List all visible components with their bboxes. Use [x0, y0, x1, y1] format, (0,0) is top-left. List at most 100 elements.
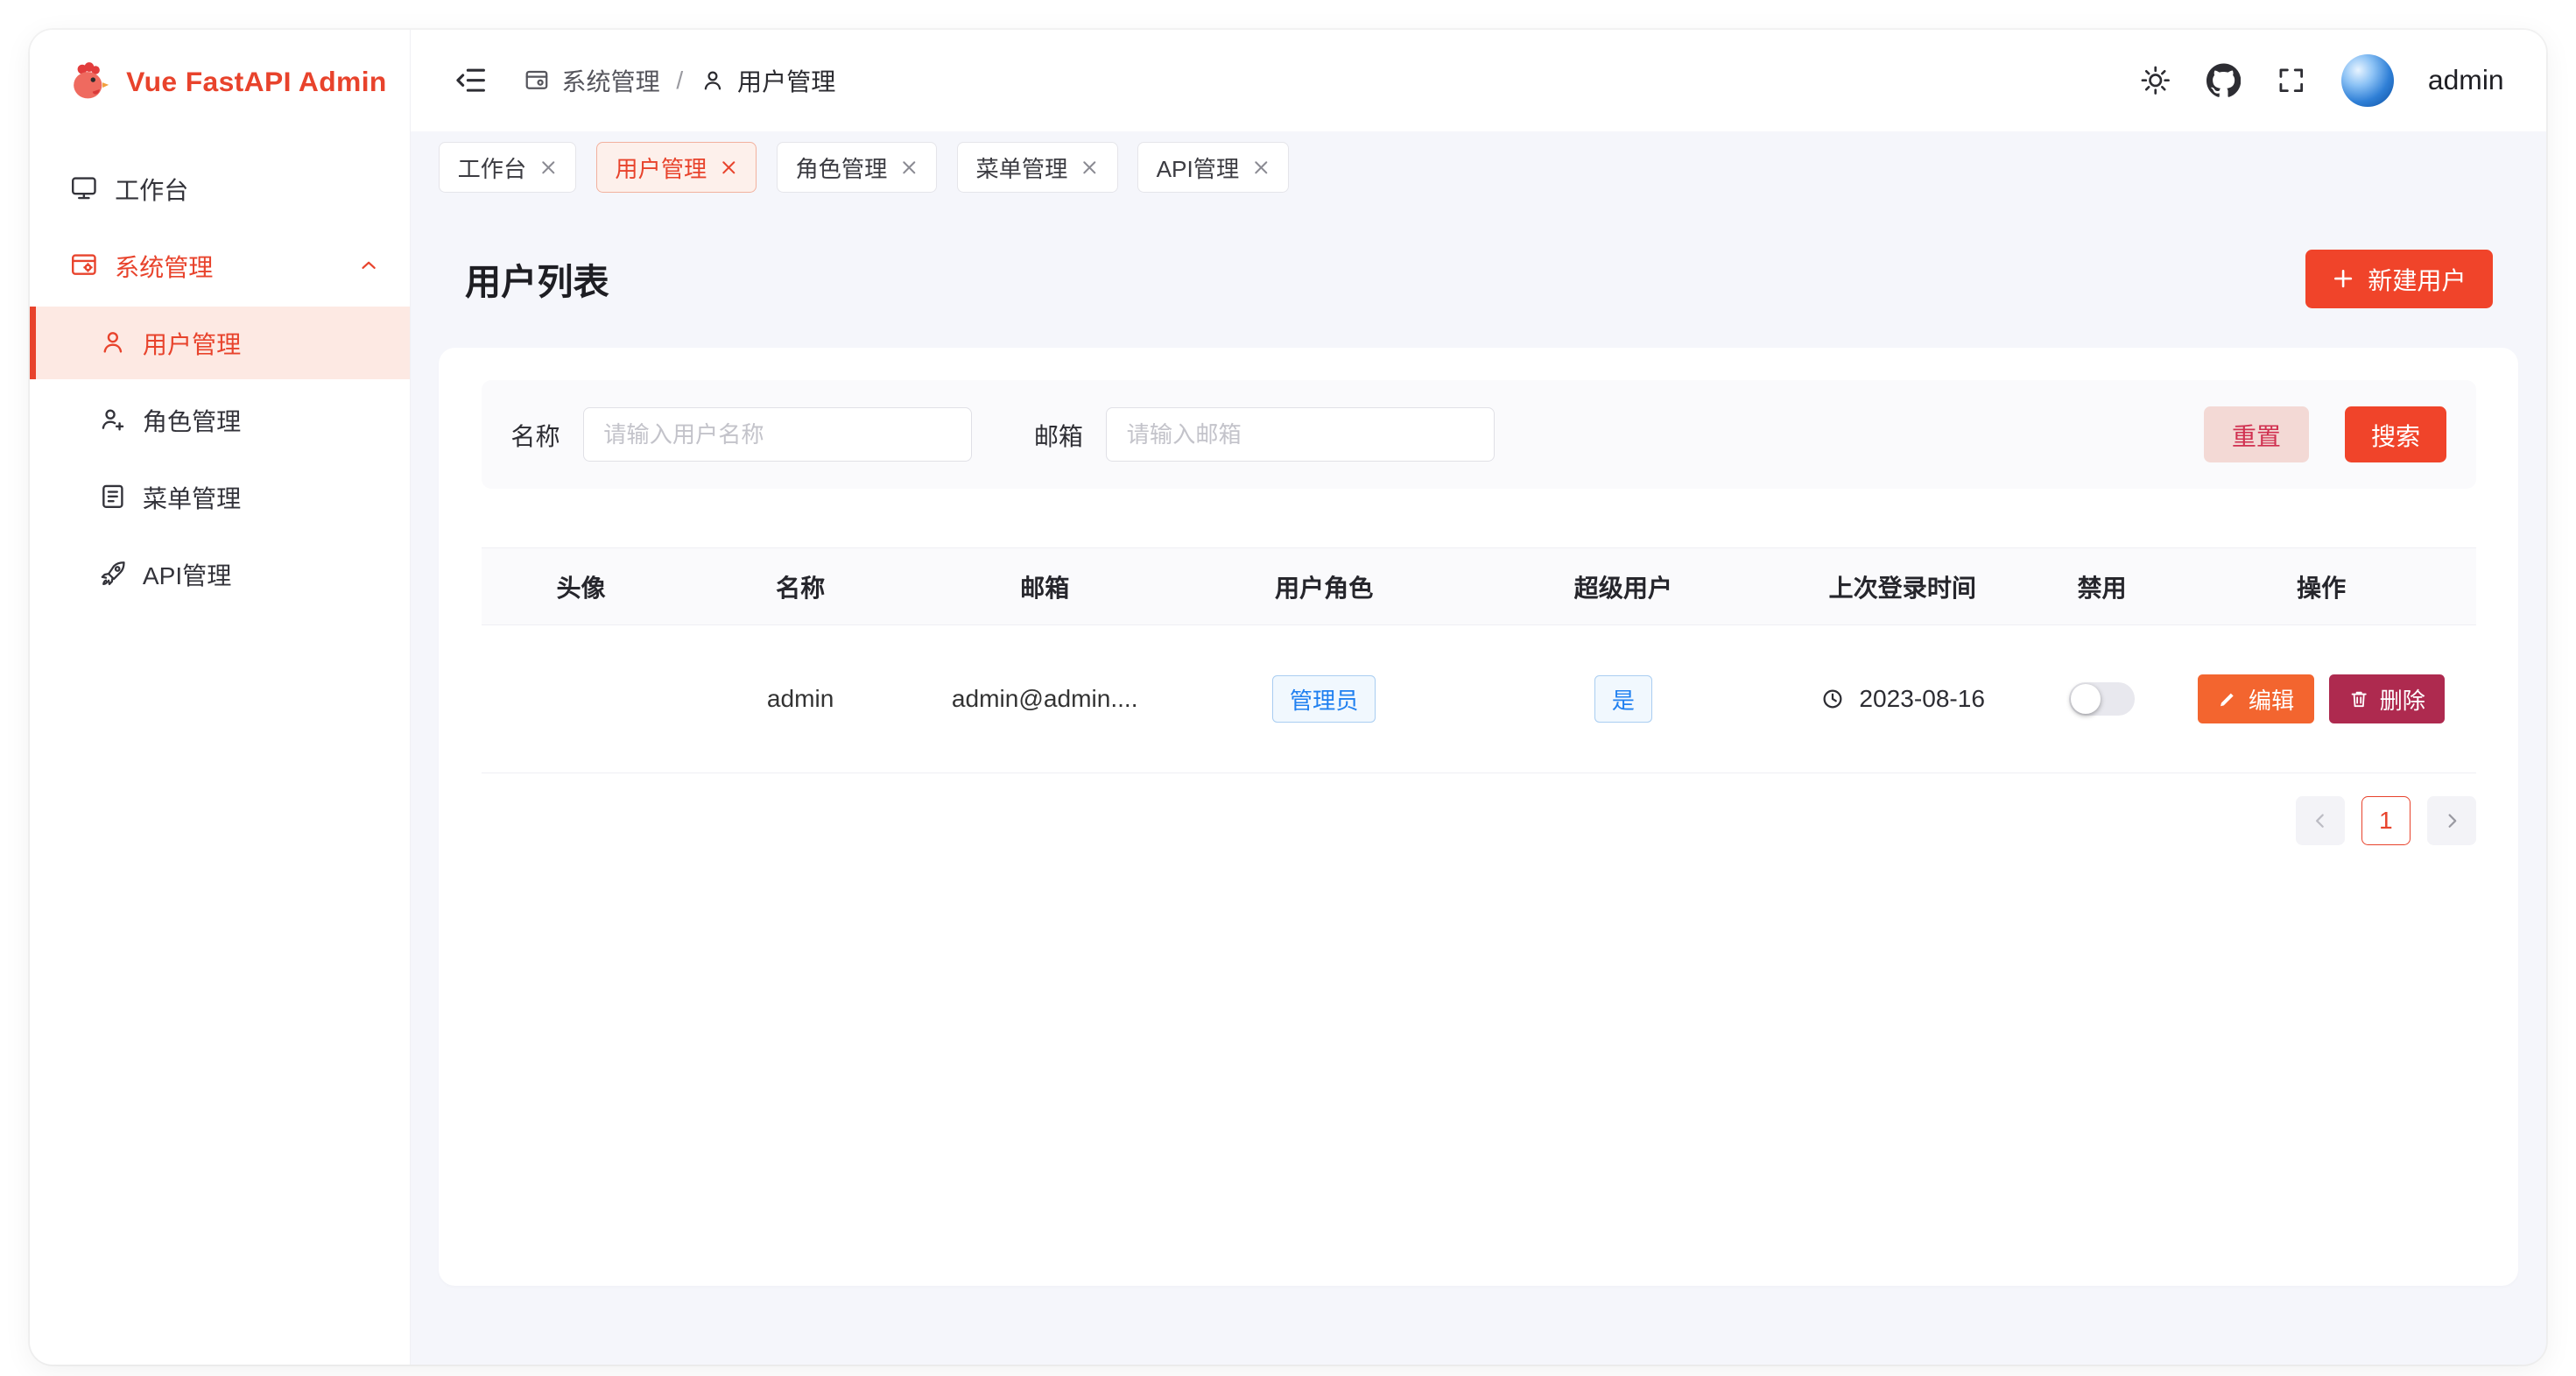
table-header-row: 头像 名称 邮箱 用户角色 超级用户 上次登录时间 禁用 操作: [482, 547, 2476, 624]
delete-button[interactable]: 删除: [2329, 674, 2446, 723]
tab-label: 菜单管理: [976, 151, 1068, 184]
column-avatar: 头像: [482, 568, 681, 604]
sidebar-item-label: API管理: [143, 556, 231, 592]
next-page-button[interactable]: [2427, 796, 2476, 845]
plus-icon: [2332, 267, 2354, 290]
column-last-login: 上次登录时间: [1768, 568, 2038, 604]
reset-button[interactable]: 重置: [2204, 406, 2309, 462]
close-icon[interactable]: [900, 159, 918, 177]
theme-toggle-button[interactable]: [2139, 64, 2171, 96]
app-window: Vue FastAPI Admin 工作台 系统管理: [30, 30, 2547, 1365]
sidebar-item-api-management[interactable]: API管理: [30, 538, 410, 610]
superuser-tag: 是: [1594, 675, 1652, 723]
user-email-cell: admin@admin....: [920, 685, 1170, 713]
tab-workbench[interactable]: 工作台: [439, 142, 576, 193]
main-area: 系统管理 / 用户管理: [411, 30, 2546, 1365]
breadcrumb: 系统管理 / 用户管理: [524, 62, 835, 98]
page-number[interactable]: 1: [2361, 796, 2411, 845]
column-email: 邮箱: [920, 568, 1170, 604]
close-icon[interactable]: [1252, 159, 1270, 177]
breadcrumb-label: 系统管理: [561, 62, 659, 98]
pencil-icon: [2217, 688, 2238, 709]
breadcrumb-system[interactable]: 系统管理: [524, 62, 659, 98]
page-content: 用户列表 新建用户 名称 邮箱 重置 搜索: [411, 203, 2546, 1365]
sidebar-menu: 工作台 系统管理 用户管理: [30, 135, 410, 616]
new-user-button[interactable]: 新建用户: [2305, 250, 2492, 308]
expand-icon: [2276, 65, 2307, 96]
user-list-card: 名称 邮箱 重置 搜索 头像 名称 邮箱 用户角色 超级用户 上次登录时间: [439, 348, 2518, 1286]
github-link[interactable]: [2206, 63, 2241, 97]
breadcrumb-user[interactable]: 用户管理: [700, 62, 835, 98]
github-icon: [2206, 63, 2241, 97]
page-header: 用户列表 新建用户: [439, 250, 2518, 308]
monitor-icon: [69, 173, 99, 203]
column-superuser: 超级用户: [1479, 568, 1768, 604]
role-tag: 管理员: [1272, 675, 1376, 723]
column-disabled: 禁用: [2038, 568, 2167, 604]
document-list-icon: [98, 482, 128, 512]
last-login-cell: 2023-08-16: [1768, 685, 2038, 713]
menu-fold-icon: [454, 63, 488, 97]
chevron-up-icon: [357, 254, 380, 277]
edit-button-label: 编辑: [2249, 682, 2294, 716]
column-actions: 操作: [2167, 568, 2476, 604]
new-user-button-label: 新建用户: [2368, 261, 2466, 297]
disable-toggle[interactable]: [2069, 682, 2135, 715]
sidebar-item-menu-management[interactable]: 菜单管理: [30, 461, 410, 533]
app-logo[interactable]: Vue FastAPI Admin: [30, 30, 410, 135]
sidebar-item-label: 角色管理: [143, 402, 241, 438]
window-gear-icon: [524, 67, 550, 94]
name-filter-input[interactable]: [583, 407, 972, 462]
pagination: 1: [482, 796, 2476, 845]
tab-role-management[interactable]: 角色管理: [777, 142, 938, 193]
top-header: 系统管理 / 用户管理: [411, 30, 2546, 131]
app-title: Vue FastAPI Admin: [126, 66, 387, 98]
actions-cell: 编辑 删除: [2167, 674, 2476, 723]
prev-page-button[interactable]: [2296, 796, 2345, 845]
role-cell: 管理员: [1170, 675, 1479, 723]
sidebar-item-system[interactable]: 系统管理: [30, 229, 410, 301]
column-name: 名称: [680, 568, 919, 604]
sidebar-item-user-management[interactable]: 用户管理: [30, 307, 410, 378]
rocket-icon: [98, 559, 128, 589]
person-icon: [98, 328, 128, 357]
trash-icon: [2348, 688, 2369, 709]
table-row: admin admin@admin.... 管理员 是 2023-0: [482, 625, 2476, 774]
tab-label: 用户管理: [615, 151, 707, 184]
tab-user-management[interactable]: 用户管理: [596, 142, 757, 193]
delete-button-label: 删除: [2380, 682, 2425, 716]
name-filter-label: 名称: [510, 417, 560, 453]
username-label[interactable]: admin: [2428, 64, 2504, 96]
person-icon: [700, 67, 726, 94]
header-actions: admin: [2139, 54, 2503, 107]
user-name-cell: admin: [680, 685, 919, 713]
sidebar-item-label: 用户管理: [143, 325, 241, 361]
sidebar-item-label: 系统管理: [115, 248, 213, 284]
sidebar-item-workbench[interactable]: 工作台: [30, 152, 410, 224]
email-filter-label: 邮箱: [1034, 417, 1083, 453]
email-filter-input[interactable]: [1106, 407, 1495, 462]
fullscreen-button[interactable]: [2276, 65, 2307, 96]
user-avatar[interactable]: [2341, 54, 2394, 107]
chevron-left-icon: [2310, 810, 2331, 831]
clock-icon: [1819, 686, 1846, 712]
close-icon[interactable]: [720, 159, 738, 177]
sidebar-collapse-button[interactable]: [454, 63, 488, 97]
tab-menu-management[interactable]: 菜单管理: [957, 142, 1118, 193]
disabled-cell: [2038, 682, 2167, 715]
person-plus-icon: [98, 405, 128, 434]
tab-api-management[interactable]: API管理: [1137, 142, 1289, 193]
tab-label: API管理: [1157, 151, 1240, 184]
superuser-cell: 是: [1479, 675, 1768, 723]
edit-button[interactable]: 编辑: [2198, 674, 2314, 723]
close-icon[interactable]: [539, 159, 558, 177]
sidebar-item-role-management[interactable]: 角色管理: [30, 384, 410, 455]
rooster-logo-icon: [66, 60, 110, 104]
close-icon[interactable]: [1080, 159, 1099, 177]
tab-label: 工作台: [458, 151, 527, 184]
sun-icon: [2139, 64, 2171, 96]
search-button[interactable]: 搜索: [2345, 406, 2446, 462]
filter-bar: 名称 邮箱 重置 搜索: [482, 380, 2476, 489]
sidebar: Vue FastAPI Admin 工作台 系统管理: [30, 30, 411, 1365]
system-submenu: 用户管理 角色管理 菜单管理: [30, 307, 410, 610]
